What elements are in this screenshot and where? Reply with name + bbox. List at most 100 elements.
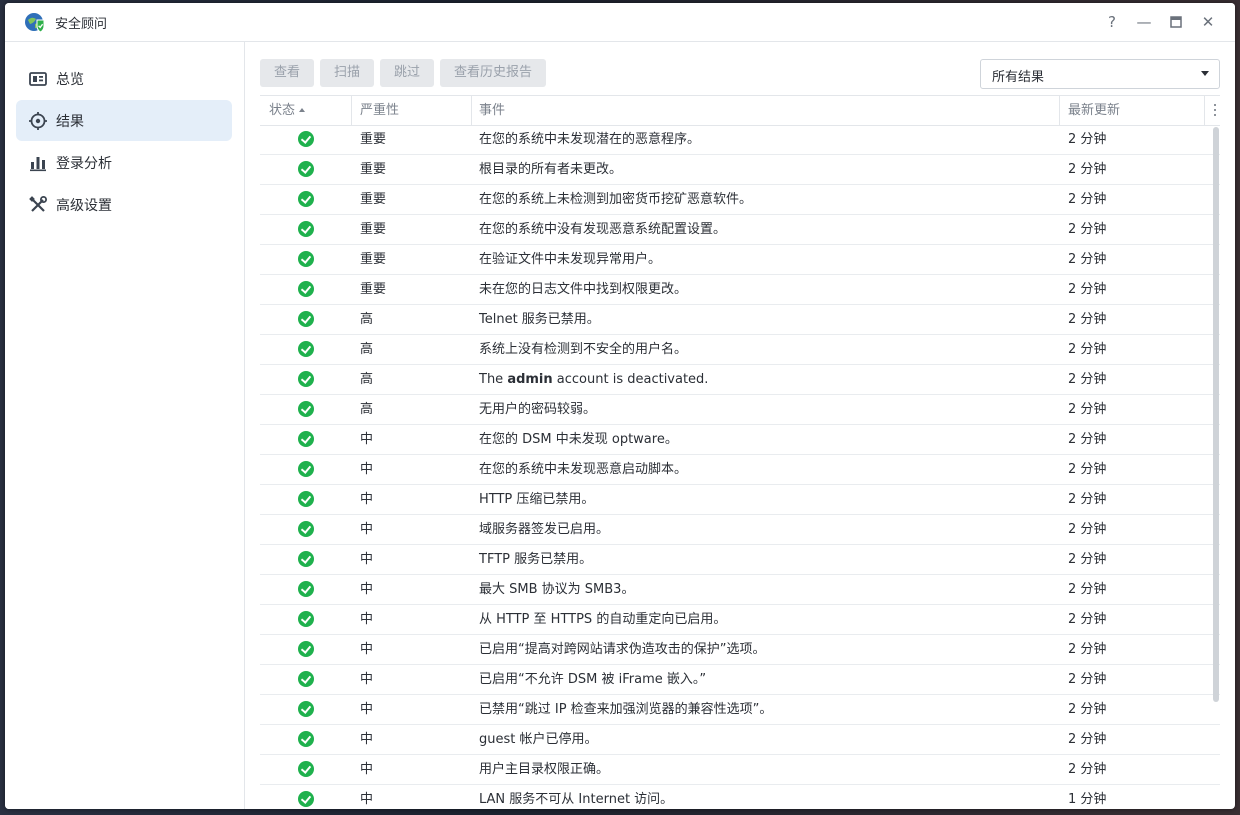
last-updated-cell: 2 分钟: [1068, 582, 1107, 597]
last-updated-cell: 2 分钟: [1068, 642, 1107, 657]
table-row[interactable]: 高 The admin account is deactivated. 2 分钟: [260, 365, 1220, 395]
table-row[interactable]: 重要 在您的系统中未发现潜在的恶意程序。 2 分钟: [260, 125, 1220, 155]
view-history-report-button[interactable]: 查看历史报告: [440, 59, 546, 87]
event-cell: 用户主目录权限正确。: [479, 762, 610, 777]
column-header-severity[interactable]: 严重性: [360, 96, 399, 125]
severity-cell: 中: [360, 552, 374, 567]
table-row[interactable]: 高 无用户的密码较弱。 2 分钟: [260, 395, 1220, 425]
column-divider[interactable]: [471, 96, 472, 125]
sidebar-item-overview[interactable]: 总览: [16, 58, 232, 99]
minimize-button[interactable]: —: [1134, 12, 1154, 32]
last-updated-cell: 2 分钟: [1068, 162, 1107, 177]
severity-cell: 重要: [360, 132, 387, 147]
status-ok-icon: [298, 701, 314, 717]
column-header-last-updated[interactable]: 最新更新: [1068, 96, 1120, 125]
table-row[interactable]: 重要 根目录的所有者未更改。 2 分钟: [260, 155, 1220, 185]
severity-cell: 中: [360, 672, 374, 687]
sidebar-item-label: 登录分析: [56, 156, 112, 172]
column-divider[interactable]: [351, 96, 352, 125]
column-divider[interactable]: [1204, 96, 1205, 125]
maximize-button[interactable]: [1166, 12, 1186, 32]
table-row[interactable]: 高 Telnet 服务已禁用。 2 分钟: [260, 305, 1220, 335]
status-ok-icon: [298, 281, 314, 297]
sidebar-item-label: 结果: [56, 114, 84, 130]
table-row[interactable]: 中 最大 SMB 协议为 SMB3。 2 分钟: [260, 575, 1220, 605]
sidebar-item-label: 总览: [56, 72, 84, 88]
table-row[interactable]: 中 用户主目录权限正确。 2 分钟: [260, 755, 1220, 785]
table-row[interactable]: 中 在您的系统中未发现恶意启动脚本。 2 分钟: [260, 455, 1220, 485]
table-row[interactable]: 中 已启用“提高对跨网站请求伪造攻击的保护”选项。 2 分钟: [260, 635, 1220, 665]
sort-ascending-icon: [299, 108, 306, 112]
event-cell: 根目录的所有者未更改。: [479, 162, 623, 177]
table-header: 状态 严重性 事件 最新更新: [260, 95, 1220, 126]
results-filter-select[interactable]: 所有结果: [980, 59, 1220, 89]
status-ok-icon: [298, 491, 314, 507]
help-icon[interactable]: ?: [1102, 12, 1122, 32]
severity-cell: 重要: [360, 282, 387, 297]
column-menu-icon[interactable]: [1213, 104, 1217, 117]
title-bar: 安全顾问 ? — ✕: [5, 3, 1235, 42]
main-panel: 查看 扫描 跳过 查看历史报告 所有结果 状态 严重性 事件 最新更新 重要 在您…: [245, 42, 1235, 809]
severity-cell: 高: [360, 312, 374, 327]
skip-button[interactable]: 跳过: [380, 59, 434, 87]
last-updated-cell: 2 分钟: [1068, 282, 1107, 297]
severity-cell: 中: [360, 522, 374, 537]
event-cell: The admin account is deactivated.: [479, 365, 708, 394]
chevron-down-icon: [1201, 71, 1209, 76]
table-row[interactable]: 中 HTTP 压缩已禁用。 2 分钟: [260, 485, 1220, 515]
table-row[interactable]: 中 已启用“不允许 DSM 被 iFrame 嵌入。” 2 分钟: [260, 665, 1220, 695]
security-advisor-app-icon: [25, 13, 45, 33]
status-ok-icon: [298, 131, 314, 147]
overview-icon: [29, 72, 47, 86]
table-row[interactable]: 中 guest 帐户已停用。 2 分钟: [260, 725, 1220, 755]
vertical-scrollbar[interactable]: [1212, 125, 1220, 745]
last-updated-cell: 2 分钟: [1068, 462, 1107, 477]
event-text: The: [479, 372, 508, 387]
table-row[interactable]: 中 TFTP 服务已禁用。 2 分钟: [260, 545, 1220, 575]
scrollbar-thumb[interactable]: [1213, 127, 1219, 702]
event-cell: 在您的系统中没有发现恶意系统配置设置。: [479, 222, 727, 237]
status-ok-icon: [298, 461, 314, 477]
table-row[interactable]: 中 在您的 DSM 中未发现 optware。 2 分钟: [260, 425, 1220, 455]
column-divider[interactable]: [1059, 96, 1060, 125]
event-cell: 无用户的密码较弱。: [479, 402, 597, 417]
tools-icon: [29, 196, 47, 212]
event-text-bold: admin: [507, 372, 553, 387]
table-row[interactable]: 中 已禁用“跳过 IP 检查来加强浏览器的兼容性选项”。 2 分钟: [260, 695, 1220, 725]
view-button[interactable]: 查看: [260, 59, 314, 87]
table-row[interactable]: 高 系统上没有检测到不安全的用户名。 2 分钟: [260, 335, 1220, 365]
status-ok-icon: [298, 791, 314, 807]
column-header-label: 状态: [269, 103, 296, 118]
table-row[interactable]: 中 域服务器签发已启用。 2 分钟: [260, 515, 1220, 545]
table-row[interactable]: 重要 在您的系统上未检测到加密货币挖矿恶意软件。 2 分钟: [260, 185, 1220, 215]
last-updated-cell: 2 分钟: [1068, 222, 1107, 237]
column-header-event[interactable]: 事件: [479, 96, 505, 125]
event-cell: 已启用“不允许 DSM 被 iFrame 嵌入。”: [479, 672, 707, 687]
table-row[interactable]: 中 从 HTTP 至 HTTPS 的自动重定向已启用。 2 分钟: [260, 605, 1220, 635]
last-updated-cell: 2 分钟: [1068, 492, 1107, 507]
last-updated-cell: 2 分钟: [1068, 192, 1107, 207]
table-row[interactable]: 重要 在您的系统中没有发现恶意系统配置设置。 2 分钟: [260, 215, 1220, 245]
severity-cell: 重要: [360, 192, 387, 207]
close-button[interactable]: ✕: [1198, 12, 1218, 32]
sidebar-item-results[interactable]: 结果: [16, 100, 232, 141]
table-row[interactable]: 中 LAN 服务不可从 Internet 访问。 1 分钟: [260, 785, 1220, 809]
last-updated-cell: 1 分钟: [1068, 792, 1107, 807]
event-cell: 在您的系统中未发现恶意启动脚本。: [479, 462, 688, 477]
severity-cell: 高: [360, 342, 374, 357]
table-row[interactable]: 重要 在验证文件中未发现异常用户。 2 分钟: [260, 245, 1220, 275]
sidebar-item-login-analysis[interactable]: 登录分析: [16, 142, 232, 183]
status-ok-icon: [298, 431, 314, 447]
event-cell: 在您的系统上未检测到加密货币挖矿恶意软件。: [479, 192, 753, 207]
table-row[interactable]: 重要 未在您的日志文件中找到权限更改。 2 分钟: [260, 275, 1220, 305]
last-updated-cell: 2 分钟: [1068, 762, 1107, 777]
scan-button[interactable]: 扫描: [320, 59, 374, 87]
column-header-status[interactable]: 状态: [269, 96, 306, 125]
severity-cell: 中: [360, 462, 374, 477]
event-cell: 从 HTTP 至 HTTPS 的自动重定向已启用。: [479, 612, 727, 627]
sidebar-item-advanced-settings[interactable]: 高级设置: [16, 184, 232, 225]
event-cell: 已禁用“跳过 IP 检查来加强浏览器的兼容性选项”。: [479, 702, 773, 717]
severity-cell: 中: [360, 762, 374, 777]
sidebar: 总览 结果 登录分析 高级设置: [5, 42, 245, 809]
last-updated-cell: 2 分钟: [1068, 402, 1107, 417]
